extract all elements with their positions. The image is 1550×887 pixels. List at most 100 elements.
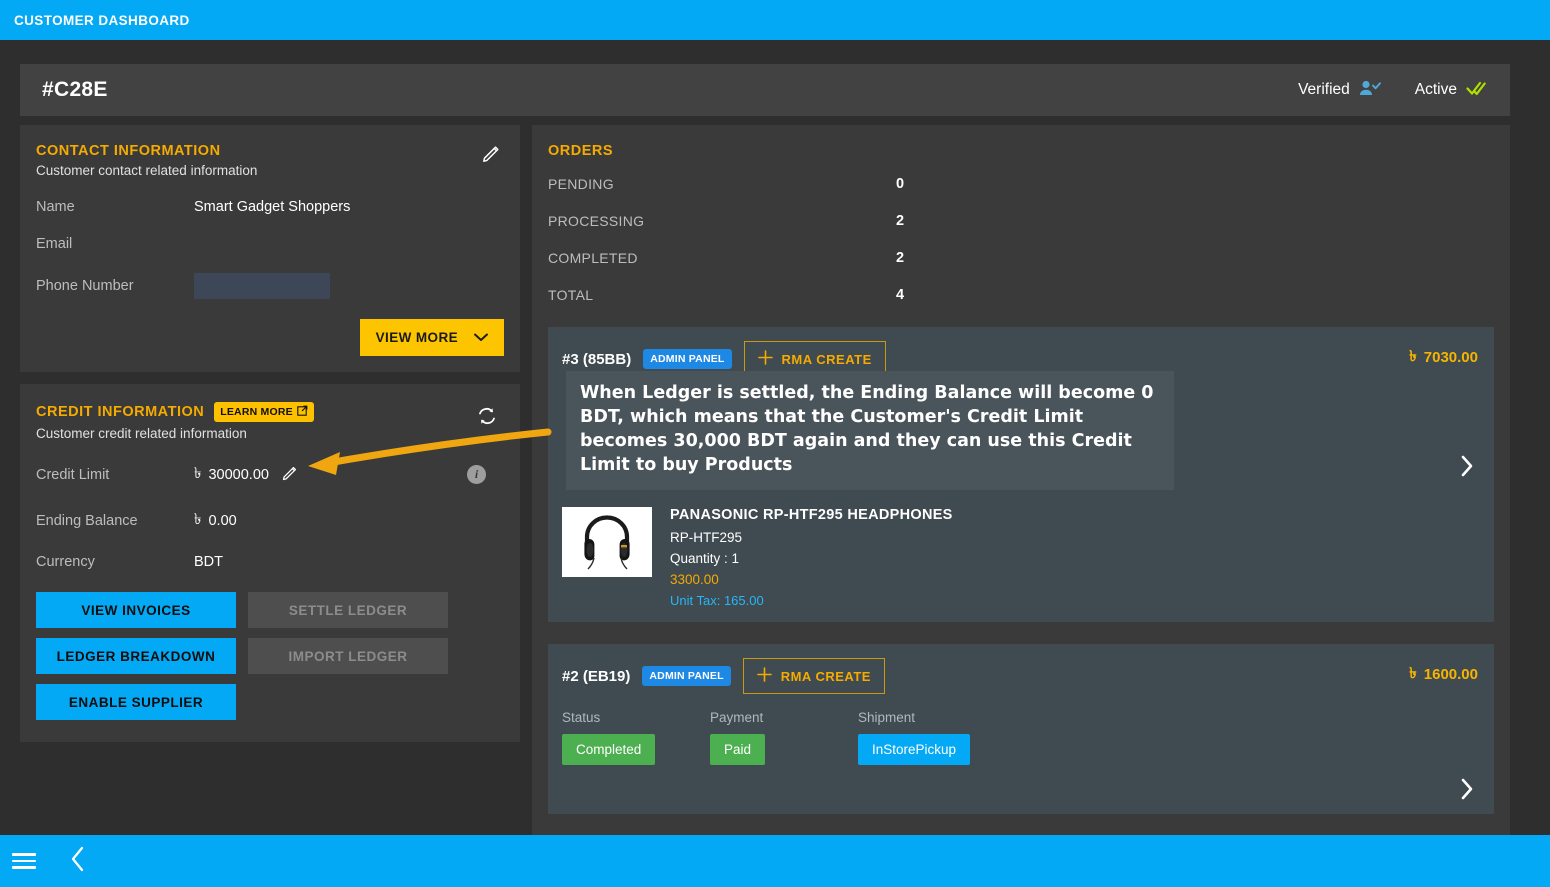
- app-title: CUSTOMER DASHBOARD: [14, 12, 190, 28]
- rma-create-label: RMA CREATE: [780, 668, 871, 684]
- credit-limit-label: Credit Limit: [36, 466, 110, 483]
- credit-information-panel: CREDIT INFORMATION LEARN MORE Customer c…: [20, 384, 520, 742]
- contact-panel-subtitle: Customer contact related information: [36, 163, 258, 178]
- admin-panel-badge[interactable]: ADMIN PANEL: [643, 349, 732, 369]
- product-unit-tax: Unit Tax: 165.00: [670, 593, 764, 608]
- left-column: CONTACT INFORMATION Customer contact rel…: [20, 125, 520, 742]
- shipment-badge: InStorePickup: [858, 734, 971, 765]
- orders-title: ORDERS: [548, 143, 614, 159]
- order-card-header: #2 (EB19) ADMIN PANEL RMA CREATE: [562, 658, 1478, 694]
- payment-badge: Paid: [710, 734, 766, 765]
- order-id: #2 (EB19): [562, 667, 631, 685]
- page-body: #C28E Verified Active CONTACT INFORMATIO…: [0, 40, 1550, 835]
- annotation-callout: When Ledger is settled, the Ending Balan…: [566, 371, 1174, 490]
- ending-balance-row: Ending Balance ৳ 0.00: [36, 508, 504, 533]
- status-label: Status: [562, 710, 601, 725]
- contact-name-value: Smart Gadget Shoppers: [194, 199, 351, 215]
- user-check-icon: [1359, 79, 1381, 102]
- hamburger-menu-icon[interactable]: [12, 849, 36, 873]
- learn-more-label: LEARN MORE: [220, 406, 293, 418]
- currency-value: BDT: [194, 554, 223, 570]
- plus-icon: [757, 350, 773, 368]
- order-payment-column: Payment Paid: [710, 710, 858, 765]
- credit-limit-row: Credit Limit ৳ 30000.00 i: [36, 462, 504, 487]
- credit-panel-subtitle: Customer credit related information: [36, 426, 247, 441]
- credit-title-text: CREDIT INFORMATION: [36, 404, 205, 420]
- admin-panel-badge[interactable]: ADMIN PANEL: [642, 666, 731, 686]
- order-amount: ৳ 1600.00: [1409, 662, 1478, 687]
- credit-refresh-button[interactable]: [476, 406, 498, 431]
- order-card-expand-chevron[interactable]: [1460, 778, 1474, 804]
- orders-total-label: TOTAL: [548, 286, 594, 303]
- order-status-grid: Status Completed Payment Paid Shipment I…: [562, 710, 1478, 765]
- double-check-icon: [1466, 79, 1488, 102]
- status-badge: Completed: [562, 734, 656, 765]
- contact-title-text: CONTACT INFORMATION: [36, 143, 221, 159]
- ending-balance-currency-symbol: ৳: [194, 511, 202, 528]
- contact-email-label: Email: [36, 236, 73, 252]
- top-app-bar: CUSTOMER DASHBOARD: [0, 0, 1550, 40]
- product-quantity: Quantity : 1: [670, 551, 740, 566]
- shipment-label: Shipment: [858, 710, 916, 725]
- customer-id: #C28E: [42, 78, 108, 101]
- ledger-breakdown-button[interactable]: LEDGER BREAKDOWN: [36, 638, 236, 674]
- orders-summary-row: PROCESSING 2: [548, 202, 1494, 239]
- order-amount-value: 7030.00: [1423, 349, 1478, 366]
- credit-limit-info-icon[interactable]: i: [467, 465, 486, 484]
- customer-header-bar: #C28E Verified Active: [20, 64, 1510, 116]
- contact-row-name: Name Smart Gadget Shoppers: [36, 199, 504, 215]
- order-card-expand-chevron[interactable]: [1460, 455, 1474, 481]
- annotation-text: When Ledger is settled, the Ending Balan…: [580, 383, 1154, 476]
- order-amount-value: 1600.00: [1423, 666, 1478, 683]
- ending-balance-value-group: ৳ 0.00: [194, 508, 237, 533]
- product-price: 3300.00: [670, 572, 719, 587]
- credit-action-buttons: VIEW INVOICES SETTLE LEDGER LEDGER BREAK…: [36, 592, 504, 720]
- rma-create-label: RMA CREATE: [781, 351, 872, 367]
- bottom-nav-bar: [0, 835, 1550, 887]
- ending-balance-label: Ending Balance: [36, 512, 138, 529]
- product-thumbnail: [562, 507, 652, 577]
- credit-limit-value-group: ৳ 30000.00: [194, 462, 299, 487]
- credit-panel-title: CREDIT INFORMATION LEARN MORE: [36, 402, 504, 422]
- contact-edit-button[interactable]: [482, 143, 502, 168]
- orders-summary-row: PENDING 0: [548, 165, 1494, 202]
- order-card[interactable]: #3 (85BB) ADMIN PANEL RMA CREATE ৳ 7030.…: [548, 327, 1494, 622]
- verified-label: Verified: [1298, 81, 1350, 98]
- credit-limit-edit-button[interactable]: [282, 464, 299, 485]
- order-amount-currency: ৳: [1409, 665, 1417, 682]
- order-status-column: Status Completed: [562, 710, 710, 765]
- order-id: #3 (85BB): [562, 350, 632, 368]
- contact-phone-redacted-value: [194, 273, 330, 299]
- contact-actions: VIEW MORE: [36, 319, 504, 356]
- contact-row-email: Email: [36, 236, 504, 252]
- active-status: Active: [1415, 79, 1488, 102]
- order-card[interactable]: #2 (EB19) ADMIN PANEL RMA CREATE ৳ 1600.…: [548, 644, 1494, 814]
- view-more-button[interactable]: VIEW MORE: [359, 319, 504, 356]
- chevron-down-icon: [474, 330, 488, 345]
- enable-supplier-button[interactable]: ENABLE SUPPLIER: [36, 684, 236, 720]
- ending-balance-value: 0.00: [208, 512, 237, 529]
- order-shipment-column: Shipment InStorePickup: [858, 710, 1006, 765]
- product-name: PANASONIC RP-HTF295 HEADPHONES: [670, 507, 953, 523]
- verified-status: Verified: [1298, 79, 1381, 102]
- product-details: PANASONIC RP-HTF295 HEADPHONES RP-HTF295…: [670, 507, 953, 608]
- orders-completed-value: 2: [896, 249, 905, 266]
- rma-create-button[interactable]: RMA CREATE: [742, 658, 885, 694]
- contact-information-panel: CONTACT INFORMATION Customer contact rel…: [20, 125, 520, 372]
- view-invoices-button[interactable]: VIEW INVOICES: [36, 592, 236, 628]
- view-more-label: VIEW MORE: [375, 330, 458, 345]
- orders-summary-row: COMPLETED 2: [548, 239, 1494, 276]
- settle-ledger-button: SETTLE LEDGER: [248, 592, 448, 628]
- plus-icon: [756, 667, 772, 685]
- currency-row: Currency BDT: [36, 554, 504, 570]
- contact-name-label: Name: [36, 199, 75, 215]
- credit-limit-currency-symbol: ৳: [194, 465, 202, 482]
- pencil-icon: [482, 146, 502, 167]
- chevron-left-icon[interactable]: [70, 846, 86, 876]
- learn-more-badge[interactable]: LEARN MORE: [214, 402, 314, 422]
- orders-processing-value: 2: [896, 212, 905, 229]
- orders-completed-label: COMPLETED: [548, 249, 638, 266]
- orders-pending-label: PENDING: [548, 175, 614, 192]
- orders-pending-value: 0: [896, 175, 905, 192]
- active-label: Active: [1414, 81, 1457, 98]
